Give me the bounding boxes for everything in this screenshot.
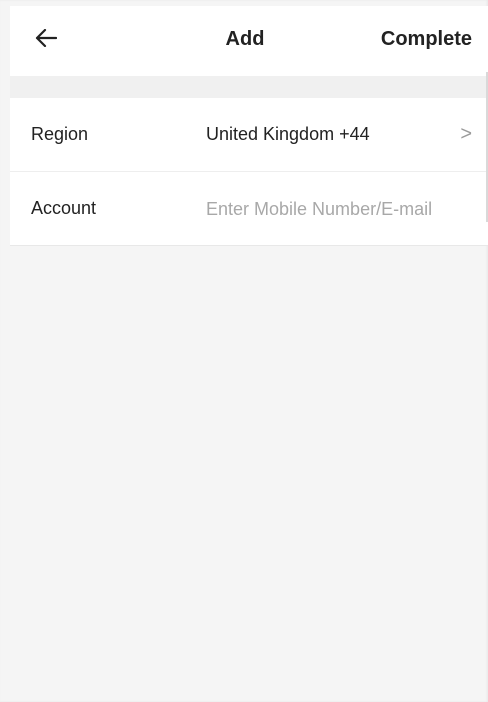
- add-account-screen: Add Complete Region United Kingdom +44 >…: [0, 0, 488, 702]
- account-label: Account: [31, 198, 97, 218]
- complete-button[interactable]: Complete: [381, 28, 472, 51]
- section-spacer: [10, 76, 488, 98]
- account-form: Region United Kingdom +44 > Account: [10, 98, 488, 246]
- region-row[interactable]: Region United Kingdom +44 >: [10, 98, 488, 172]
- region-value: United Kingdom +44: [206, 124, 370, 144]
- chevron-right-icon: >: [460, 123, 472, 145]
- account-input[interactable]: [206, 196, 481, 222]
- account-row: Account: [10, 172, 488, 246]
- top-bar: Add Complete: [10, 6, 488, 76]
- region-label: Region: [31, 124, 89, 144]
